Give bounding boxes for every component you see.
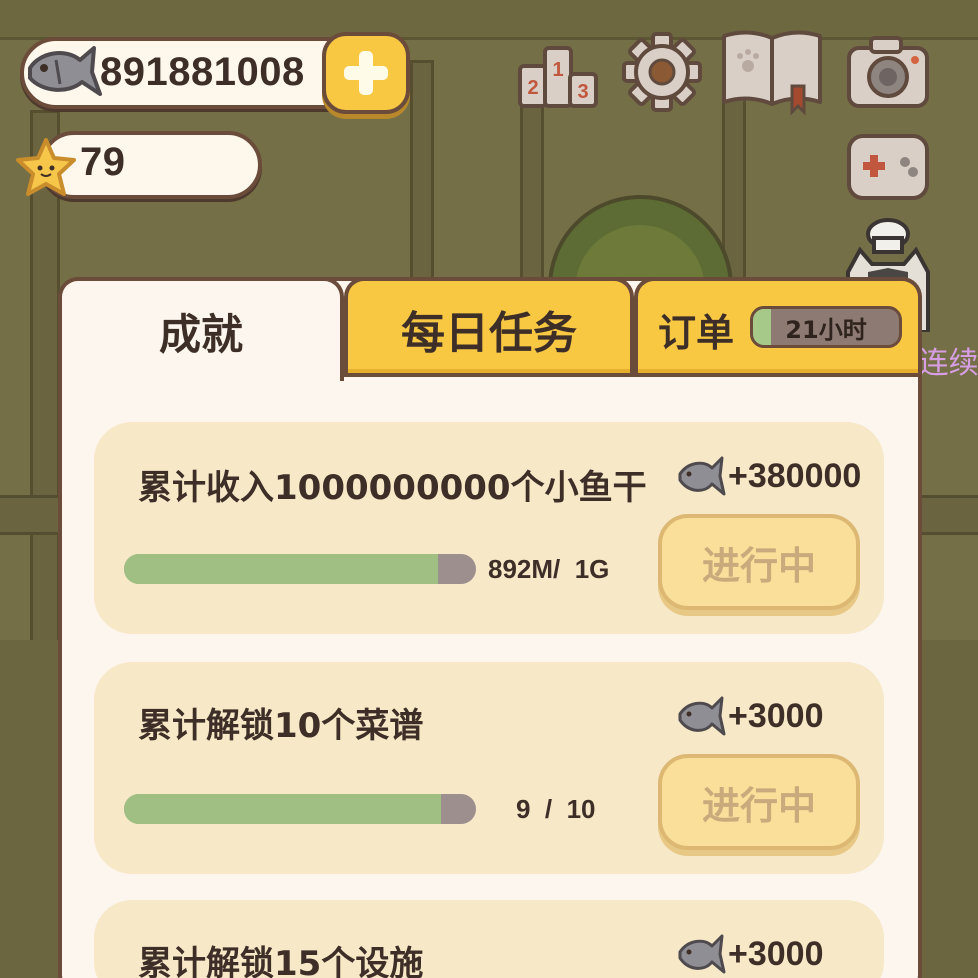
achievement-card: 累计解锁15个设施 +3000	[94, 900, 884, 978]
achievement-reward: +3000	[676, 694, 824, 738]
reward-amount: +380000	[728, 456, 862, 495]
tab-achievement[interactable]: 成就	[58, 277, 344, 381]
achievement-title: 累计解锁15个设施	[138, 944, 424, 978]
achievement-progress-fill	[124, 794, 441, 824]
achievement-progress-bar	[124, 794, 476, 824]
cookbook-button[interactable]	[718, 26, 826, 116]
camera-button[interactable]	[843, 30, 933, 114]
ranking-button[interactable]: 2 1 3	[516, 30, 600, 114]
svg-text:3: 3	[577, 81, 588, 103]
tab-orders-label: 订单	[658, 310, 735, 355]
achievement-progress-text: 892M/ 1G	[488, 554, 610, 584]
star-count: 79	[80, 140, 126, 184]
add-fish-button[interactable]	[322, 32, 410, 114]
star-icon	[16, 138, 76, 196]
gamepad-icon	[847, 134, 929, 200]
achievement-status-button[interactable]: 进行中	[658, 754, 860, 850]
fish-count: 891881008	[100, 50, 305, 94]
orders-timer-text: 21小时	[785, 315, 867, 344]
achievement-reward: +380000	[676, 454, 861, 498]
tab-daily-tasks[interactable]: 每日任务	[344, 277, 634, 377]
settings-button[interactable]	[620, 30, 704, 114]
book-icon	[722, 30, 822, 116]
fish-icon	[678, 456, 726, 496]
ranking-icon: 2 1 3	[518, 46, 598, 108]
camera-icon	[847, 36, 929, 108]
tab-divider-line	[342, 373, 922, 377]
achievement-progress-text: 9 / 10	[516, 794, 596, 824]
achievement-title: 累计收入1000000000个小鱼干	[138, 468, 647, 508]
svg-text:1: 1	[552, 59, 563, 81]
orders-timer-badge: 21小时	[750, 306, 902, 348]
tab-achievement-label: 成就	[158, 309, 243, 359]
gear-icon	[622, 32, 702, 112]
minigame-button[interactable]	[843, 128, 933, 208]
plus-icon	[344, 51, 388, 95]
achievement-status-label: 进行中	[701, 783, 816, 828]
achievement-progress-bar	[124, 554, 476, 584]
background-ceiling	[0, 0, 978, 40]
tab-daily-tasks-label: 每日任务	[401, 308, 577, 359]
achievement-title: 累计解锁10个菜谱	[138, 706, 424, 746]
fish-icon	[28, 46, 102, 96]
fish-icon	[678, 934, 726, 974]
reward-amount: +3000	[728, 696, 824, 735]
svg-text:2: 2	[527, 77, 538, 99]
background-beam	[30, 110, 60, 710]
achievement-card: 累计解锁10个菜谱 +3000 9 / 10 进行中	[94, 662, 884, 874]
achievement-card: 累计收入1000000000个小鱼干 +380000 892M/ 1G 进行中	[94, 422, 884, 634]
achievement-progress-fill	[124, 554, 438, 584]
achievement-status-button[interactable]: 进行中	[658, 514, 860, 610]
reward-amount: +3000	[728, 934, 824, 973]
achievement-reward: +3000	[676, 932, 824, 976]
achievement-status-label: 进行中	[701, 543, 816, 588]
fish-icon	[678, 696, 726, 736]
